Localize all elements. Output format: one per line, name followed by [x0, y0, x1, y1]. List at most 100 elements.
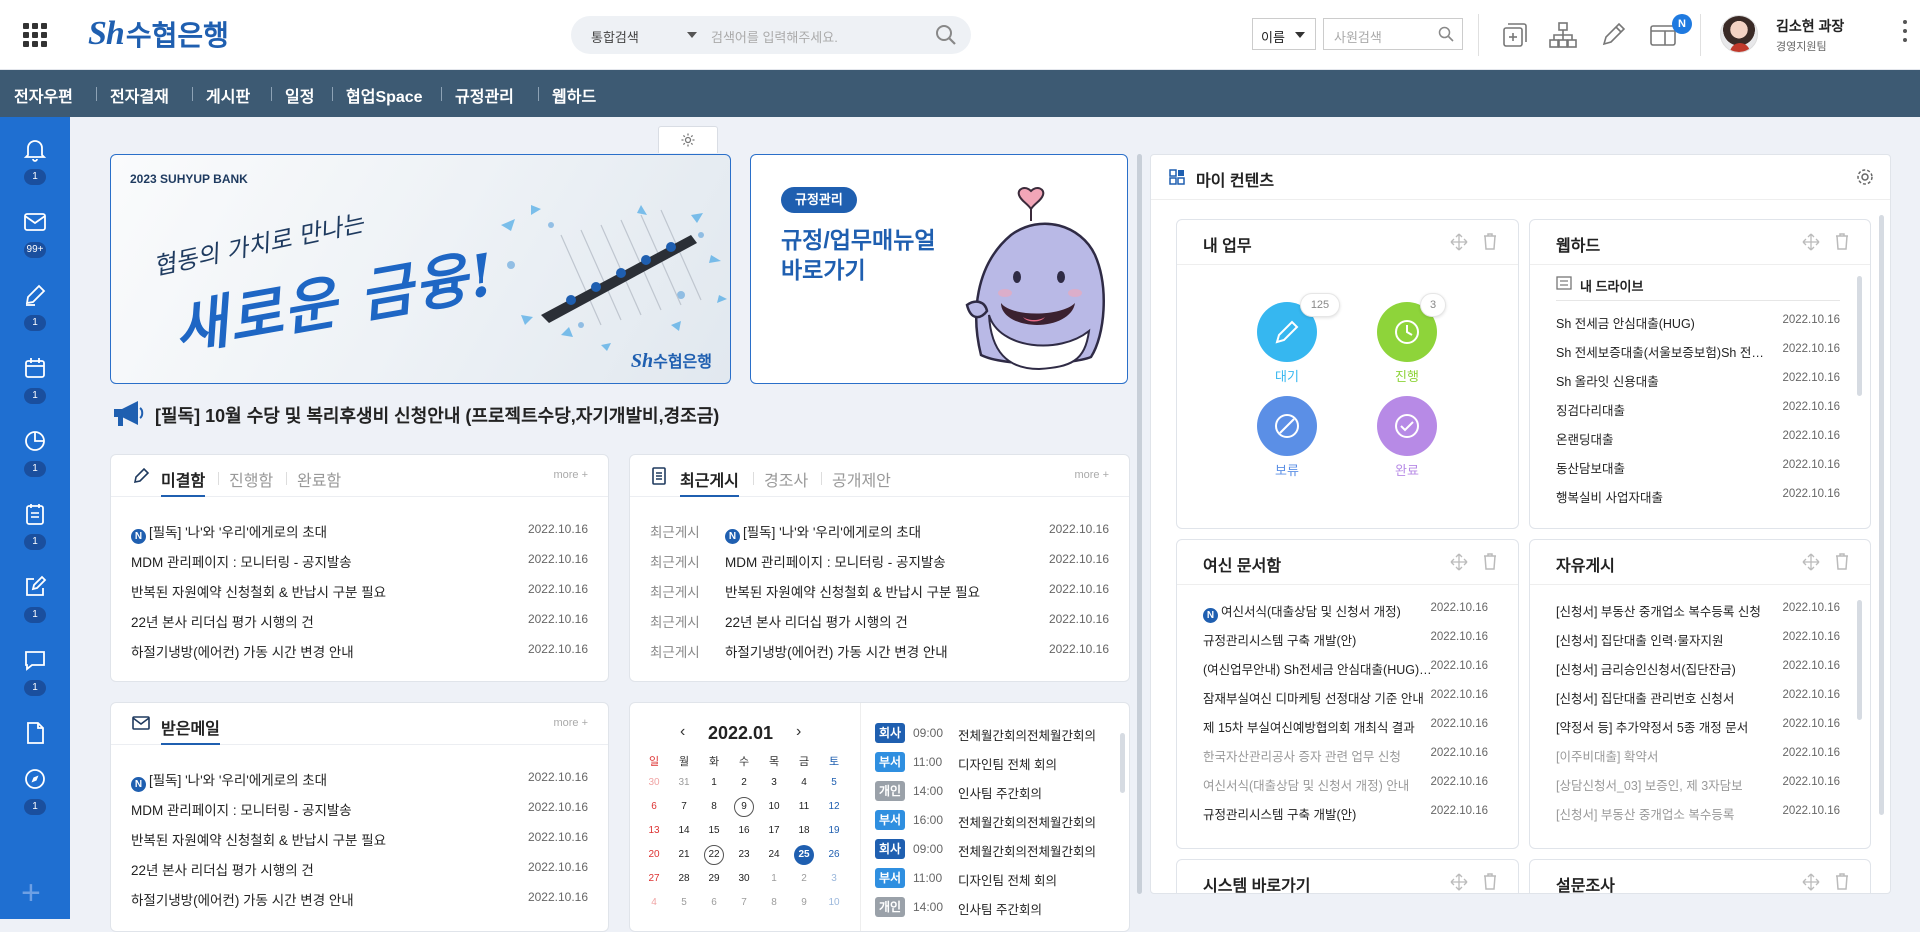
list-item[interactable]: 22년 본사 리더십 평가 시행의 건 2022.10.16 — [131, 857, 588, 878]
add-window-icon[interactable] — [1500, 20, 1530, 50]
calendar-day[interactable]: 21 — [674, 849, 694, 860]
drive-label[interactable]: 내 드라이브 — [1580, 276, 1643, 295]
calendar-day[interactable]: 30 — [644, 777, 664, 788]
more-link[interactable]: more + — [553, 469, 588, 481]
calendar-day[interactable]: 26 — [824, 849, 844, 860]
calendar-event[interactable]: 회사 09:00 전체월간회의전체월간회의 — [875, 839, 1115, 859]
more-link[interactable]: more + — [553, 717, 588, 729]
menu-board[interactable]: 게시판 — [206, 83, 250, 107]
menu-regulation[interactable]: 규정관리 — [455, 83, 514, 107]
employee-search-type-select[interactable]: 이름 — [1252, 18, 1316, 50]
calendar-day[interactable]: 30 — [734, 873, 754, 884]
sidebar-item-explore[interactable]: 1 — [0, 767, 70, 827]
user-name[interactable]: 김소현 과장 — [1776, 16, 1844, 36]
sidebar-item-approval[interactable]: 1 — [0, 283, 70, 343]
sidebar-item-messenger[interactable]: 1 — [0, 648, 70, 708]
list-item[interactable]: Sh 올라잇 신용대출 2022.10.16 — [1556, 370, 1840, 389]
menu-approval[interactable]: 전자결재 — [110, 83, 169, 107]
calendar-day[interactable]: 28 — [674, 873, 694, 884]
calendar-day[interactable]: 11 — [794, 801, 814, 812]
list-item[interactable]: 반복된 자원예약 신청철회 & 반납시 구분 필요 2022.10.16 — [131, 827, 588, 848]
brand-logo[interactable]: Sh 수협은행 — [88, 14, 229, 54]
list-item[interactable]: 반복된 자원예약 신청철회 & 반납시 구분 필요 2022.10.16 — [131, 579, 588, 600]
calendar-day[interactable]: 9 — [734, 797, 754, 817]
list-item[interactable]: [상담신청서_03] 보증인, 제 3자담보 2022.10.16 — [1556, 774, 1840, 793]
calendar-day[interactable]: 15 — [704, 825, 724, 836]
list-item[interactable]: N [필독] '나'와 '우리'에게로의 초대 2022.10.16 — [131, 767, 588, 792]
scrollbar[interactable] — [1857, 276, 1862, 396]
list-item[interactable]: MDM 관리페이지 : 모니터링 - 공지발송 2022.10.16 — [131, 549, 588, 570]
tab-completed[interactable]: 완료함 — [297, 467, 341, 491]
calendar-day[interactable]: 22 — [704, 845, 724, 865]
list-item[interactable]: [신청서] 집단대출 인력·물자지원 2022.10.16 — [1556, 629, 1840, 648]
calendar-day[interactable]: 7 — [734, 897, 754, 908]
calendar-day[interactable]: 6 — [704, 897, 724, 908]
calendar-prev-button[interactable]: ‹ — [680, 723, 685, 741]
tab-family-events[interactable]: 경조사 — [764, 467, 808, 491]
list-item[interactable]: [신청서] 집단대출 관리번호 신청서 2022.10.16 — [1556, 687, 1840, 706]
add-icon[interactable]: + — [21, 876, 41, 910]
calendar-day[interactable]: 2 — [734, 777, 754, 788]
list-item[interactable]: N [필독] '나'와 '우리'에게로의 초대 2022.10.16 — [131, 519, 588, 544]
scrollbar[interactable] — [1120, 733, 1125, 793]
calendar-day[interactable]: 23 — [734, 849, 754, 860]
calendar-event[interactable]: 부서 11:00 디자인팀 전체 회의 — [875, 868, 1115, 888]
list-item[interactable]: 최근게시 MDM 관리페이지 : 모니터링 - 공지발송 2022.10.16 — [650, 549, 1109, 570]
list-item[interactable]: 행복실비 사업자대출 2022.10.16 — [1556, 486, 1840, 505]
promo-banner[interactable]: 2023 SUHYUP BANK 협동의 가치로 만나는 새로운 금융! Sh수… — [110, 154, 731, 384]
move-icon[interactable] — [1450, 873, 1468, 891]
avatar[interactable] — [1720, 15, 1758, 53]
trash-icon[interactable] — [1482, 552, 1498, 570]
org-chart-icon[interactable] — [1548, 20, 1578, 50]
menu-schedule[interactable]: 일정 — [285, 83, 314, 107]
list-item[interactable]: 최근게시 반복된 자원예약 신청철회 & 반납시 구분 필요 2022.10.16 — [650, 579, 1109, 600]
calendar-event[interactable]: 개인 14:00 인사팀 주간회의 — [875, 897, 1115, 917]
tab-recent-posts[interactable]: 최근게시 — [680, 467, 739, 497]
trash-icon[interactable] — [1834, 232, 1850, 250]
gear-icon[interactable] — [1855, 167, 1875, 187]
calendar-day[interactable]: 31 — [674, 777, 694, 788]
sidebar-item-notifications[interactable]: 1 — [0, 137, 70, 197]
work-done-button[interactable] — [1377, 396, 1437, 456]
sidebar-item-edit[interactable]: 1 — [0, 575, 70, 635]
scrollbar[interactable] — [1879, 215, 1884, 815]
sidebar-item-tasks[interactable]: 1 — [0, 502, 70, 562]
move-icon[interactable] — [1802, 553, 1820, 571]
calendar-day[interactable]: 10 — [764, 801, 784, 812]
calendar-day[interactable]: 29 — [704, 873, 724, 884]
calendar-day[interactable]: 5 — [674, 897, 694, 908]
list-item[interactable]: 최근게시 하절기냉방(에어컨) 가동 시간 변경 안내 2022.10.16 — [650, 639, 1109, 660]
trash-icon[interactable] — [1482, 232, 1498, 250]
search-scope-select[interactable]: 통합검색 — [591, 27, 639, 46]
calendar-day[interactable]: 9 — [794, 897, 814, 908]
menu-webhard[interactable]: 웹하드 — [552, 83, 596, 107]
list-item[interactable]: 징검다리대출 2022.10.16 — [1556, 399, 1840, 418]
calendar-day[interactable]: 14 — [674, 825, 694, 836]
more-vertical-icon[interactable] — [1903, 20, 1907, 47]
calendar-day[interactable]: 27 — [644, 873, 664, 884]
menu-email[interactable]: 전자우편 — [14, 83, 73, 107]
trash-icon[interactable] — [1834, 552, 1850, 570]
calendar-day[interactable]: 1 — [764, 873, 784, 884]
calendar-day[interactable]: 6 — [644, 801, 664, 812]
employee-search-input[interactable]: 사원검색 — [1323, 18, 1463, 50]
regulation-shortcut-banner[interactable]: 규정관리 규정/업무매뉴얼 바로가기 — [750, 154, 1128, 384]
list-item[interactable]: N 여신서식(대출상담 및 신청서 개정) 2022.10.16 — [1203, 600, 1488, 623]
list-item[interactable]: 동산담보대출 2022.10.16 — [1556, 457, 1840, 476]
work-hold-button[interactable] — [1257, 396, 1317, 456]
calendar-day[interactable]: 2 — [794, 873, 814, 884]
search-icon[interactable] — [935, 24, 957, 46]
list-item[interactable]: MDM 관리페이지 : 모니터링 - 공지발송 2022.10.16 — [131, 797, 588, 818]
list-item[interactable]: 22년 본사 리더십 평가 시행의 건 2022.10.16 — [131, 609, 588, 630]
move-icon[interactable] — [1450, 233, 1468, 251]
list-item[interactable]: Sh 전세금 안심대출(HUG) 2022.10.16 — [1556, 312, 1840, 331]
calendar-day[interactable]: 25 — [794, 845, 814, 865]
list-item[interactable]: [신청서] 금리승인신청서(집단잔금) 2022.10.16 — [1556, 658, 1840, 677]
trash-icon[interactable] — [1834, 872, 1850, 890]
calendar-next-button[interactable]: › — [796, 723, 801, 741]
menu-collab-space[interactable]: 협업Space — [346, 83, 423, 107]
calendar-day[interactable]: 13 — [644, 825, 664, 836]
calendar-event[interactable]: 부서 16:00 전체월간회의전체월간회의 — [875, 810, 1115, 830]
sidebar-item-statistics[interactable]: 1 — [0, 429, 70, 489]
calendar-event[interactable]: 부서 11:00 디자인팀 전체 회의 — [875, 752, 1115, 772]
